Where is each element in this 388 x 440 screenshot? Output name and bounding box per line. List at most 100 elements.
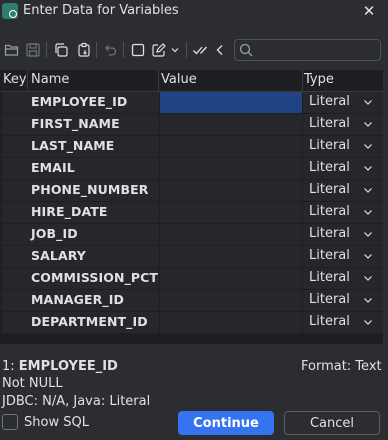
type-value: Literal — [309, 270, 350, 285]
key-cell[interactable] — [2, 246, 28, 267]
copy-icon[interactable] — [52, 41, 70, 59]
chevron-down-icon[interactable] — [362, 140, 374, 152]
toolbar-divider — [186, 42, 187, 58]
search-field[interactable] — [234, 39, 381, 61]
paste-icon[interactable] — [75, 41, 93, 59]
chevron-down-icon[interactable] — [362, 294, 374, 306]
window-title: Enter Data for Variables — [23, 3, 179, 18]
value-cell[interactable] — [160, 312, 302, 333]
column-divider[interactable] — [158, 70, 159, 92]
chevron-down-icon[interactable] — [362, 184, 374, 196]
value-cell[interactable] — [160, 202, 302, 223]
save-icon[interactable] — [24, 41, 42, 59]
type-value: Literal — [309, 138, 350, 153]
type-value: Literal — [309, 182, 350, 197]
table-row[interactable]: PHONE_NUMBER Literal — [0, 180, 383, 202]
variable-name: FIRST_NAME — [31, 116, 120, 131]
key-cell[interactable] — [2, 202, 28, 223]
variable-name: PHONE_NUMBER — [31, 182, 149, 197]
toolbar-divider — [96, 42, 97, 58]
chevron-down-icon[interactable] — [362, 162, 374, 174]
chevron-down-icon[interactable] — [362, 250, 374, 262]
selected-variable-index: 1: — [2, 359, 19, 374]
toolbar-divider — [46, 42, 47, 58]
key-cell[interactable] — [2, 312, 28, 333]
column-divider[interactable] — [27, 70, 28, 92]
table-row[interactable]: MANAGER_ID Literal — [0, 290, 383, 312]
edit-icon[interactable] — [150, 41, 168, 59]
key-cell[interactable] — [2, 180, 28, 201]
jdbc-type-label: JDBC: N/A, Java: Literal — [2, 394, 151, 409]
type-value: Literal — [309, 292, 350, 307]
variable-name: EMAIL — [31, 160, 75, 175]
chevron-down-icon[interactable] — [362, 228, 374, 240]
show-sql-label: Show SQL — [24, 414, 89, 430]
key-cell[interactable] — [2, 114, 28, 135]
table-row[interactable]: DEPARTMENT_ID Literal — [0, 312, 383, 334]
column-header-key[interactable]: Key — [3, 72, 27, 87]
value-cell[interactable] — [160, 158, 302, 179]
column-header-type[interactable]: Type — [304, 72, 334, 87]
chevron-down-icon[interactable] — [362, 96, 374, 108]
variable-name: HIRE_DATE — [31, 204, 108, 219]
chevron-down-icon[interactable] — [362, 272, 374, 284]
double-check-icon[interactable] — [191, 41, 209, 59]
search-icon — [239, 43, 253, 57]
key-cell[interactable] — [2, 136, 28, 157]
key-cell[interactable] — [2, 268, 28, 289]
chevron-down-icon[interactable] — [362, 316, 374, 328]
column-header-name[interactable]: Name — [31, 72, 69, 87]
set-null-icon[interactable] — [129, 41, 147, 59]
type-value: Literal — [309, 116, 350, 131]
type-value: Literal — [309, 248, 350, 263]
table-header: Key Name Value Type — [0, 70, 383, 92]
show-sql-checkbox[interactable] — [2, 414, 18, 430]
variable-name: DEPARTMENT_ID — [31, 314, 148, 329]
key-cell[interactable] — [2, 92, 28, 113]
cancel-button[interactable]: Cancel — [284, 411, 380, 435]
chevron-left-icon[interactable] — [213, 41, 227, 59]
table-row[interactable]: EMAIL Literal — [0, 158, 383, 180]
open-folder-icon[interactable] — [3, 41, 21, 59]
chevron-down-icon[interactable] — [362, 206, 374, 218]
close-button[interactable]: ✕ — [360, 2, 378, 20]
search-input[interactable] — [257, 41, 375, 59]
column-header-value[interactable]: Value — [161, 72, 197, 87]
type-value: Literal — [309, 204, 350, 219]
type-value: Literal — [309, 160, 350, 175]
key-cell[interactable] — [2, 224, 28, 245]
title-bar: Enter Data for Variables ✕ — [0, 0, 388, 22]
value-cell[interactable] — [160, 136, 302, 157]
value-cell[interactable] — [160, 224, 302, 245]
value-cell[interactable] — [160, 290, 302, 311]
column-divider[interactable] — [302, 70, 303, 92]
value-cell[interactable] — [160, 114, 302, 135]
type-value: Literal — [309, 94, 350, 109]
chevron-down-icon[interactable] — [169, 41, 181, 59]
table-row[interactable]: SALARY Literal — [0, 246, 383, 268]
table-row[interactable]: JOB_ID Literal — [0, 224, 383, 246]
key-cell[interactable] — [2, 290, 28, 311]
variable-name: JOB_ID — [31, 226, 78, 241]
value-cell[interactable] — [160, 246, 302, 267]
table-row[interactable]: EMPLOYEE_ID Literal — [0, 92, 383, 114]
chevron-down-icon[interactable] — [362, 118, 374, 130]
table-row[interactable]: COMMISSION_PCT Literal — [0, 268, 383, 290]
value-cell[interactable] — [160, 180, 302, 201]
variable-name: LAST_NAME — [31, 138, 115, 153]
table-row[interactable]: HIRE_DATE Literal — [0, 202, 383, 224]
toolbar — [0, 38, 388, 64]
table-row[interactable]: FIRST_NAME Literal — [0, 114, 383, 136]
variable-name: SALARY — [31, 248, 86, 263]
continue-button[interactable]: Continue — [178, 411, 274, 435]
show-sql-toggle[interactable]: Show SQL — [2, 413, 89, 431]
key-cell[interactable] — [2, 158, 28, 179]
type-value: Literal — [309, 226, 350, 241]
app-icon — [2, 3, 18, 19]
table-row[interactable]: LAST_NAME Literal — [0, 136, 383, 158]
variables-table: Key Name Value Type EMPLOYEE_ID Literal FI… — [0, 70, 383, 344]
value-cell[interactable] — [160, 92, 302, 113]
value-cell[interactable] — [160, 268, 302, 289]
undo-icon[interactable] — [101, 41, 119, 59]
toolbar-divider — [123, 42, 124, 58]
